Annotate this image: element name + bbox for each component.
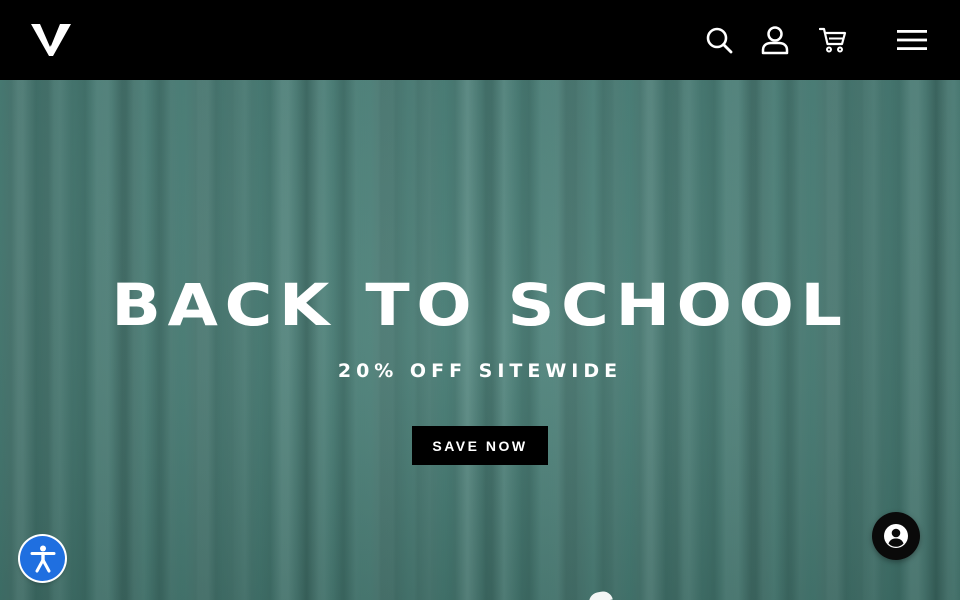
accessibility-button[interactable] [20, 536, 65, 581]
site-logo[interactable] [31, 22, 71, 58]
hero-background [0, 80, 960, 600]
v-logo-icon [31, 24, 71, 56]
user-circle-icon [884, 524, 908, 548]
chat-button[interactable] [872, 512, 920, 560]
hero-subtitle: 20% OFF SITEWIDE [337, 360, 623, 382]
save-now-button[interactable]: SAVE NOW [412, 426, 548, 465]
hamburger-menu-icon [897, 30, 927, 50]
accessibility-icon [30, 545, 55, 572]
menu-button[interactable] [895, 24, 929, 56]
cart-button[interactable] [817, 24, 849, 56]
search-icon [706, 27, 733, 54]
search-button[interactable] [703, 24, 735, 56]
hero-banner: BACK TO SCHOOL 20% OFF SITEWIDE SAVE NOW [0, 80, 960, 600]
account-icon [761, 26, 789, 55]
account-button[interactable] [759, 24, 791, 56]
page: BACK TO SCHOOL 20% OFF SITEWIDE SAVE NOW [0, 0, 960, 600]
cart-icon [819, 27, 847, 53]
hero-title: BACK TO SCHOOL [111, 271, 849, 339]
site-header [0, 0, 960, 80]
